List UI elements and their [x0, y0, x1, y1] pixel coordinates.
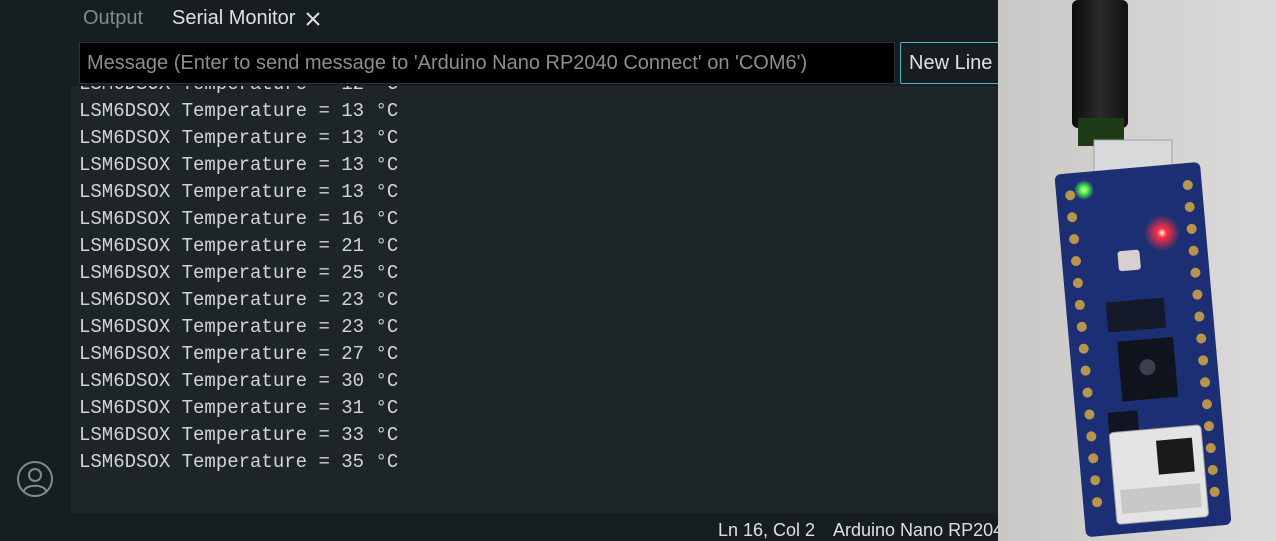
board-photo	[998, 0, 1276, 541]
serial-line: LSM6DSOX Temperature = 31 °C	[79, 397, 399, 419]
account-icon[interactable]	[16, 460, 54, 498]
serial-line: LSM6DSOX Temperature = 33 °C	[79, 424, 399, 446]
serial-line: LSM6DSOX Temperature = 13 °C	[79, 127, 399, 149]
activity-bar	[0, 0, 71, 541]
serial-line: LSM6DSOX Temperature = 25 °C	[79, 262, 399, 284]
serial-line: LSM6DSOX Temperature = 13 °C	[79, 181, 399, 203]
serial-line: LSM6DSOX Temperature = 13 °C	[79, 100, 399, 122]
message-input[interactable]	[79, 42, 895, 84]
tab-output[interactable]: Output	[83, 7, 143, 30]
serial-line: LSM6DSOX Temperature = 23 °C	[79, 289, 399, 311]
serial-line: LSM6DSOX Temperature = 30 °C	[79, 370, 399, 392]
serial-line: LSM6DSOX Temperature = 27 °C	[79, 343, 399, 365]
serial-line: LSM6DSOX Temperature = 35 °C	[79, 451, 399, 473]
status-bar: Ln 16, Col 2 Arduino Nano RP2040 Connect	[71, 513, 1085, 541]
cursor-position[interactable]: Ln 16, Col 2	[718, 520, 815, 541]
serial-line: LSM6DSOX Temperature = 23 °C	[79, 316, 399, 338]
serial-line: LSM6DSOX Temperature = 13 °C	[79, 154, 399, 176]
serial-output[interactable]: LSM6DSOX Temperature = 12 °C LSM6DSOX Tem…	[71, 86, 998, 513]
close-icon[interactable]	[303, 9, 323, 29]
line-ending-select[interactable]: New Line	[900, 42, 1010, 84]
tab-serial-monitor[interactable]: Serial Monitor	[172, 7, 295, 30]
serial-line: LSM6DSOX Temperature = 12 °C	[79, 86, 398, 98]
serial-lines: LSM6DSOX Temperature = 12 °C LSM6DSOX Tem…	[79, 86, 398, 476]
panel-tabs: Output Serial Monitor	[71, 0, 998, 40]
serial-line: LSM6DSOX Temperature = 16 °C	[79, 208, 399, 230]
serial-line: LSM6DSOX Temperature = 21 °C	[79, 235, 399, 257]
